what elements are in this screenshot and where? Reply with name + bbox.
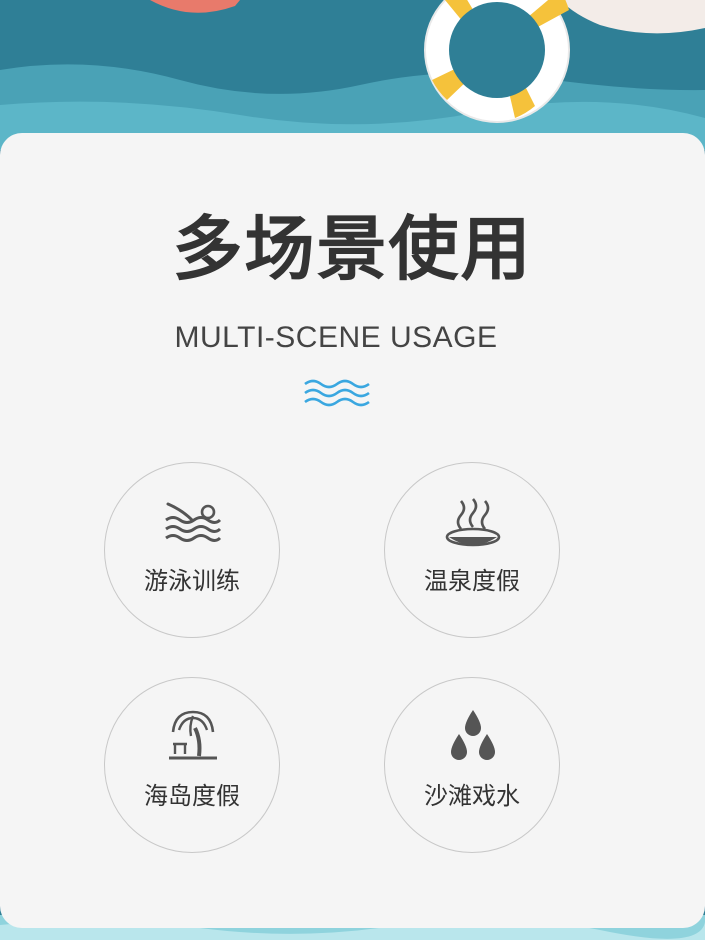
scene-label: 海岛度假 [144,782,240,810]
scene-label: 沙滩戏水 [424,782,520,810]
scene-card-swimming: 游泳训练 [104,462,280,638]
wave-lines-icon [304,379,370,407]
scene-label: 游泳训练 [144,567,240,595]
swimmer-icon [165,502,222,542]
scene-card-island: 海岛度假 [104,677,280,853]
scene-label: 温泉度假 [424,567,520,595]
water-drops-icon [451,710,495,760]
scene-card-beach: 沙滩戏水 [384,677,560,853]
scene-card-hot-spring: 温泉度假 [384,462,560,638]
hot-spring-icon [445,498,501,547]
page-title: 多场景使用 [172,208,533,290]
palm-tree-icon [169,710,217,760]
page-subtitle: MULTI-SCENE USAGE [174,321,498,354]
